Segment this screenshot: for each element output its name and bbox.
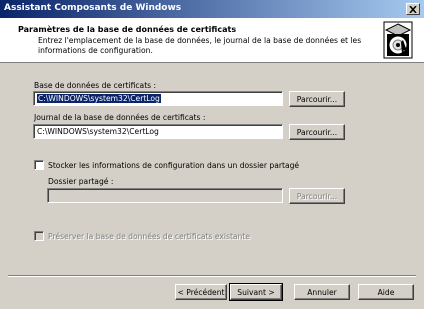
- title-bar[interactable]: Assistant Composants de Windows: [0, 0, 424, 18]
- database-path-value: C:\WINDOWS\system32\CertLog: [37, 94, 161, 103]
- database-browse-button[interactable]: Parcourir...: [289, 91, 345, 107]
- shared-folder-browse-button[interactable]: Parcourir...: [289, 188, 345, 204]
- shared-folder-checkbox-label[interactable]: Stocker les informations de configuratio…: [48, 161, 299, 170]
- shared-folder-input[interactable]: [47, 188, 283, 203]
- cancel-button[interactable]: Annuler: [294, 284, 350, 300]
- shared-folder-label: Dossier partagé :: [48, 177, 114, 186]
- page-title: Paramètres de la base de données de cert…: [18, 25, 237, 34]
- shared-folder-checkbox[interactable]: [34, 160, 44, 170]
- preserve-database-label[interactable]: Préserver la base de données de certific…: [48, 232, 250, 241]
- page-description: Entrez l'emplacement de la base de donné…: [38, 36, 362, 55]
- close-icon: [409, 5, 417, 13]
- database-label: Base de données de certificats :: [34, 81, 157, 90]
- log-label: Journal de la base de données de certifi…: [34, 113, 206, 122]
- next-button[interactable]: Suivant >: [229, 283, 283, 301]
- wizard-header: Paramètres de la base de données de cert…: [0, 18, 424, 63]
- window-title: Assistant Composants de Windows: [4, 3, 182, 13]
- preserve-database-checkbox[interactable]: [34, 231, 44, 241]
- back-button[interactable]: < Précédent: [175, 284, 227, 300]
- log-browse-button[interactable]: Parcourir...: [289, 124, 345, 140]
- wizard-window: Assistant Composants de Windows Paramètr…: [0, 0, 424, 309]
- close-button[interactable]: [406, 3, 420, 15]
- database-path-input[interactable]: C:\WINDOWS\system32\CertLog: [33, 91, 283, 106]
- certificate-database-icon: [383, 21, 413, 59]
- log-path-value: C:\WINDOWS\system32\CertLog: [37, 127, 159, 136]
- footer-separator: [8, 275, 416, 277]
- help-button[interactable]: Aide: [358, 284, 414, 300]
- log-path-input[interactable]: C:\WINDOWS\system32\CertLog: [33, 124, 283, 139]
